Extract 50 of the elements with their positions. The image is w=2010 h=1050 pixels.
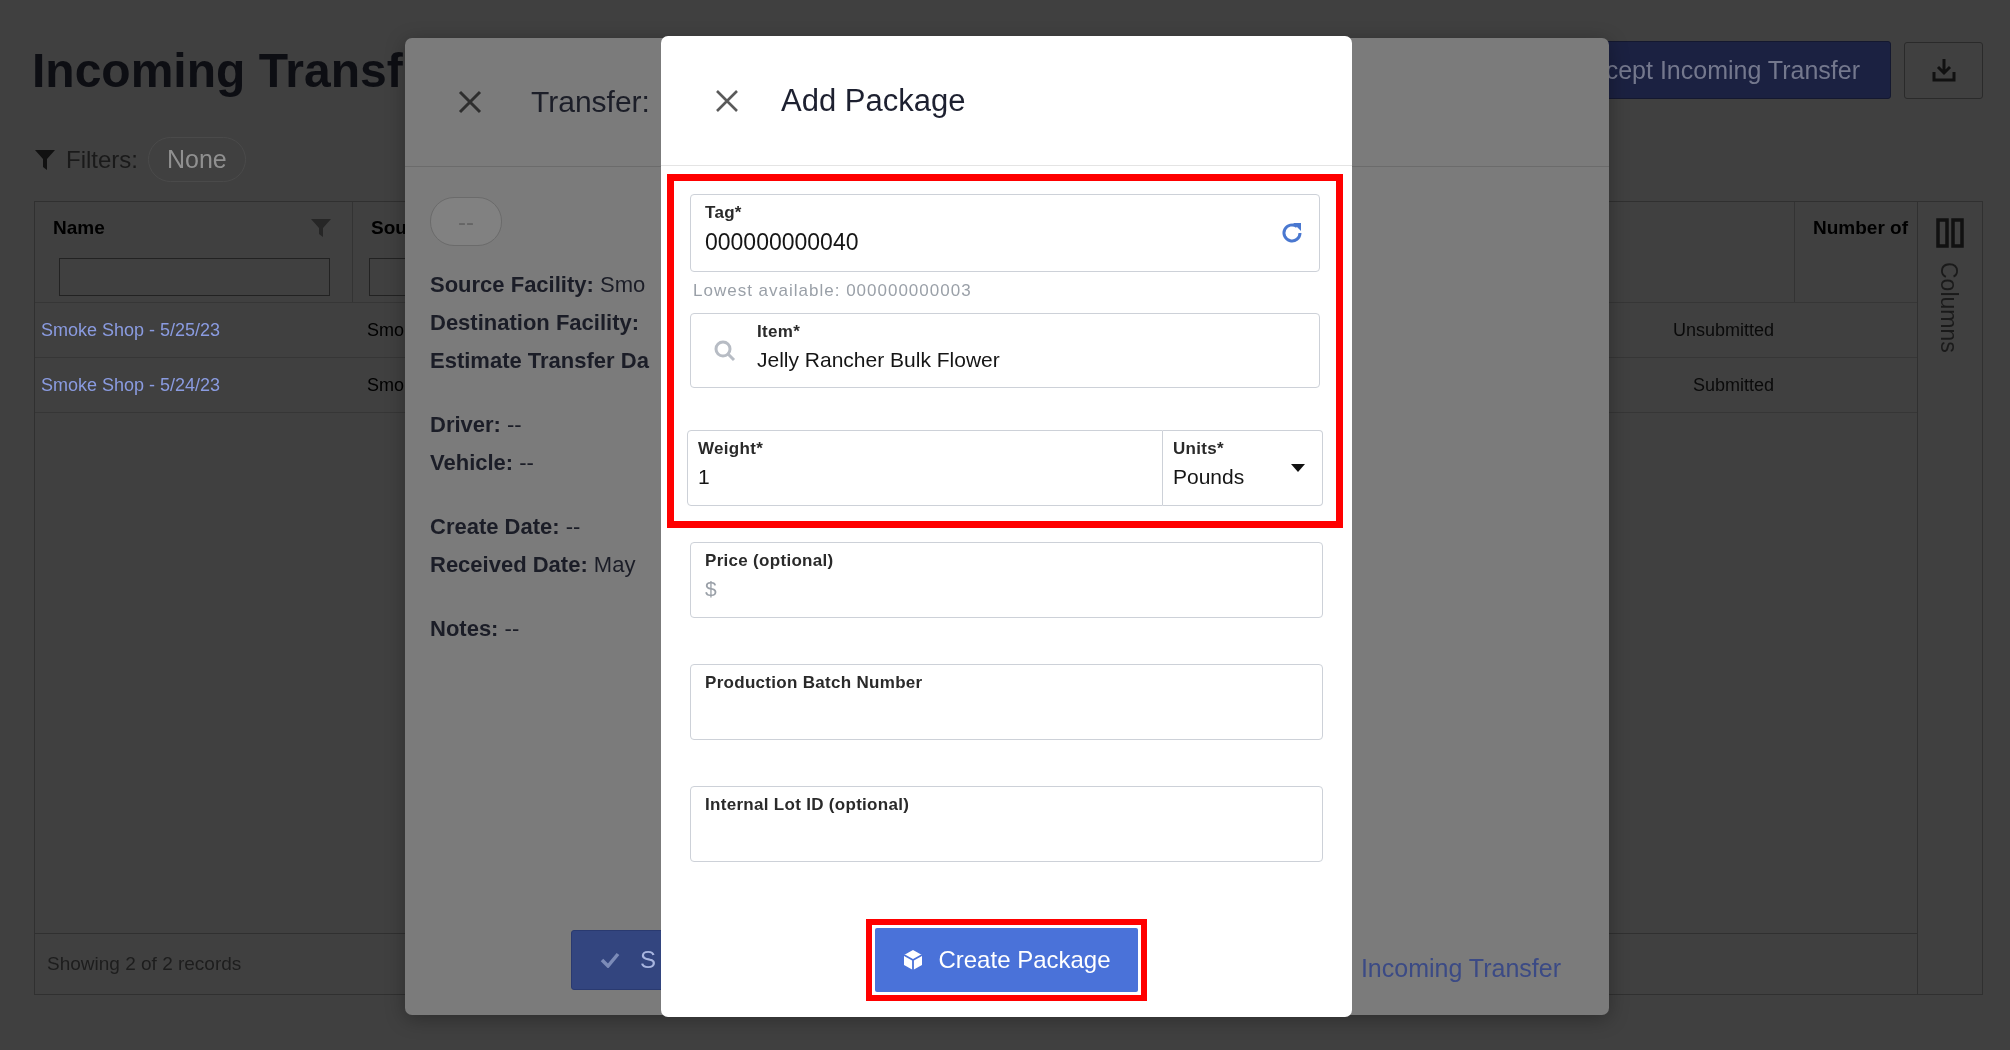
detail-line: Destination Facility: <box>430 309 640 337</box>
field-label: Item* <box>757 322 802 342</box>
close-icon[interactable] <box>715 88 739 113</box>
incoming-transfer-link[interactable]: Incoming Transfer <box>1360 953 1561 983</box>
detail-line: Notes: -- <box>430 615 520 643</box>
field-hint: Lowest available: 000000000003 <box>693 281 973 301</box>
field-placeholder: $ <box>705 577 718 601</box>
weight-field[interactable]: Weight* 1 <box>687 430 1163 506</box>
field-value: Jelly Rancher Bulk Flower <box>757 348 1001 372</box>
column-filter-input[interactable] <box>59 258 330 296</box>
item-search-field[interactable]: Item* Jelly Rancher Bulk Flower <box>690 313 1320 388</box>
units-dropdown[interactable]: Units* Pounds <box>1163 430 1323 506</box>
field-value: 000000000040 <box>705 229 860 256</box>
table-cell: Smo <box>367 374 404 395</box>
detail-line: Source Facility: Smo <box>430 271 646 299</box>
field-label: Tag* <box>705 203 743 223</box>
close-icon[interactable] <box>457 89 483 115</box>
field-label: Units* <box>1173 439 1225 459</box>
dialog-title: Add Package <box>781 82 966 119</box>
cube-icon <box>902 949 925 971</box>
field-value: Pounds <box>1173 465 1246 489</box>
detail-line: Create Date: -- <box>430 513 581 541</box>
transfer-name-link[interactable]: Smoke Shop - 5/25/23 <box>41 319 221 340</box>
field-value: 1 <box>698 465 711 489</box>
filter-icon <box>34 147 56 172</box>
field-label: Weight* <box>698 439 765 459</box>
transfer-name-link[interactable]: Smoke Shop - 5/24/23 <box>41 374 221 395</box>
price-field[interactable]: Price (optional) $ <box>690 542 1323 618</box>
dialog-title: Transfer: <box>531 85 650 119</box>
field-label: Price (optional) <box>705 551 835 571</box>
caret-icon <box>1290 463 1306 473</box>
table-cell: Smo <box>367 319 404 340</box>
status-pill: -- <box>430 197 502 246</box>
detail-line: Estimate Transfer Da <box>430 347 649 375</box>
detail-line: Vehicle: -- <box>430 449 534 477</box>
detail-line: Received Date: May <box>430 551 636 579</box>
download-button[interactable] <box>1904 41 1983 99</box>
detail-line: Driver: -- <box>430 411 522 439</box>
search-icon <box>713 338 737 363</box>
text-field[interactable]: Internal Lot ID (optional) <box>690 786 1323 862</box>
column-header[interactable]: Number of <box>1813 217 1908 239</box>
tag-field[interactable]: Tag* 000000000040 <box>690 194 1320 272</box>
create-package-button[interactable]: Create Package <box>875 928 1138 992</box>
columns-icon <box>1936 218 1964 248</box>
field-label: Internal Lot ID (optional) <box>705 795 911 815</box>
column-header[interactable]: Name <box>53 217 105 239</box>
field-label: Production Batch Number <box>705 673 924 693</box>
check-icon <box>600 952 620 968</box>
text-field[interactable]: Production Batch Number <box>690 664 1323 740</box>
download-icon <box>1930 57 1957 83</box>
